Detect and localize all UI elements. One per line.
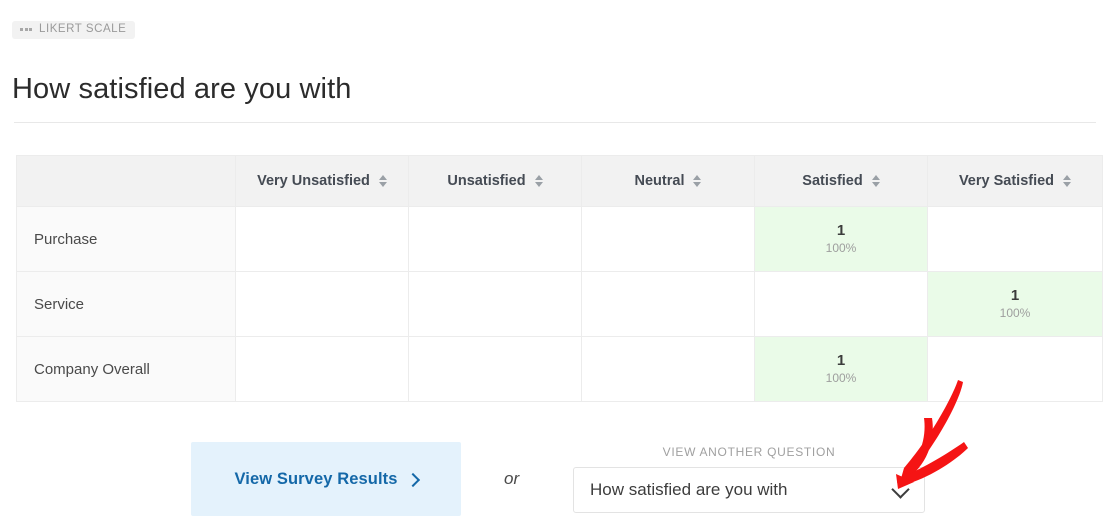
table-cell: [927, 206, 1103, 272]
table-cell-highlighted: 1 100%: [754, 336, 928, 402]
likert-results-table: Very Unsatisfied Unsatisfied Neutral Sat…: [16, 155, 1103, 402]
sort-updown-icon[interactable]: [1063, 175, 1072, 187]
table-row: Service 1 100%: [16, 271, 1103, 337]
cell-percent: 100%: [825, 370, 857, 385]
column-header-unsatisfied[interactable]: Unsatisfied: [408, 155, 582, 207]
question-type-label: LIKERT SCALE: [39, 22, 127, 35]
sort-updown-icon[interactable]: [693, 175, 702, 187]
row-label: Service: [16, 271, 236, 337]
table-cell: [581, 336, 755, 402]
footer-controls: View Survey Results or VIEW ANOTHER QUES…: [0, 440, 1116, 525]
chevron-right-icon: [405, 472, 420, 487]
view-another-question-group: VIEW ANOTHER QUESTION How satisfied are …: [573, 446, 925, 513]
table-row: Company Overall 1 100%: [16, 336, 1103, 402]
chevron-down-icon[interactable]: [891, 480, 910, 499]
table-cell-highlighted: 1 100%: [754, 206, 928, 272]
table-cell: [927, 336, 1103, 402]
table-cell: [235, 206, 409, 272]
cell-count: 1: [836, 221, 846, 239]
table-cell: [235, 336, 409, 402]
table-cell: [408, 206, 582, 272]
view-survey-results-button[interactable]: View Survey Results: [191, 442, 461, 516]
sort-updown-icon[interactable]: [378, 175, 387, 187]
table-cell: [581, 271, 755, 337]
page-title: How satisfied are you with: [12, 73, 352, 106]
table-cell: [754, 271, 928, 337]
column-header-very-unsatisfied[interactable]: Very Unsatisfied: [235, 155, 409, 207]
sort-updown-icon[interactable]: [871, 175, 880, 187]
header-divider: [14, 122, 1096, 123]
view-another-question-caption: VIEW ANOTHER QUESTION: [662, 445, 836, 459]
table-cell: [408, 336, 582, 402]
column-header-label: Unsatisfied: [447, 173, 526, 189]
table-cell: [581, 206, 755, 272]
column-header-satisfied[interactable]: Satisfied: [754, 155, 928, 207]
cell-count: 1: [1010, 286, 1020, 304]
or-separator-label: or: [504, 469, 520, 488]
column-header-label: Very Satisfied: [958, 173, 1055, 189]
table-row: Purchase 1 100%: [16, 206, 1103, 272]
row-label: Company Overall: [16, 336, 236, 402]
table-cell: [235, 271, 409, 337]
table-corner-header: [16, 155, 236, 207]
table-cell: [408, 271, 582, 337]
column-header-label: Very Unsatisfied: [257, 173, 370, 189]
table-header-row: Very Unsatisfied Unsatisfied Neutral Sat…: [16, 155, 1103, 207]
question-type-badge-row: LIKERT SCALE: [12, 18, 136, 40]
column-header-very-satisfied[interactable]: Very Satisfied: [927, 155, 1103, 207]
table-body: Purchase 1 100% Service 1 100% Company Ove…: [16, 206, 1103, 402]
cell-percent: 100%: [999, 305, 1031, 320]
question-select-value: How satisfied are you with: [590, 480, 788, 499]
grid-dots-icon: [20, 28, 32, 31]
row-label: Purchase: [16, 206, 236, 272]
column-header-label: Satisfied: [802, 173, 863, 189]
column-header-label: Neutral: [634, 173, 685, 189]
question-type-badge: LIKERT SCALE: [12, 20, 136, 40]
table-header: Very Unsatisfied Unsatisfied Neutral Sat…: [16, 155, 1103, 207]
question-select[interactable]: How satisfied are you with: [573, 467, 925, 513]
table-cell-highlighted: 1 100%: [927, 271, 1103, 337]
cell-percent: 100%: [825, 240, 857, 255]
cell-count: 1: [836, 351, 846, 369]
view-survey-results-label: View Survey Results: [234, 469, 398, 488]
column-header-neutral[interactable]: Neutral: [581, 155, 755, 207]
sort-updown-icon[interactable]: [534, 175, 543, 187]
